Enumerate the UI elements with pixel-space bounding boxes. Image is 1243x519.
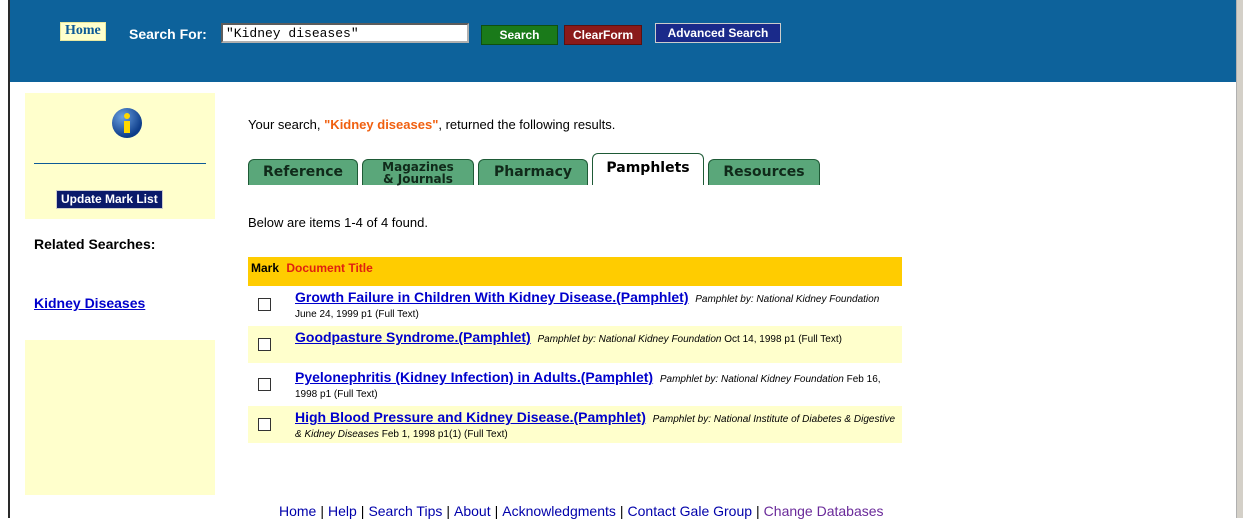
footer-acknowledgments-link[interactable]: Acknowledgments <box>502 503 616 519</box>
result-title-link[interactable]: Pyelonephritis (Kidney Infection) in Adu… <box>295 369 653 385</box>
results-table: Mark Document Title Growth Failure in Ch… <box>248 257 902 446</box>
search-term: "Kidney diseases" <box>324 117 439 132</box>
footer-home-link[interactable]: Home <box>279 503 316 519</box>
advanced-search-button[interactable]: Advanced Search <box>655 23 781 43</box>
sidebar-divider <box>34 163 206 164</box>
vertical-scrollbar[interactable] <box>1236 0 1243 518</box>
tab-magazines-journals[interactable]: Magazines & Journals <box>362 159 474 185</box>
table-row: High Blood Pressure and Kidney Disease.(… <box>248 406 902 443</box>
footer-separator: | <box>320 503 324 519</box>
table-row: Growth Failure in Children With Kidney D… <box>248 286 902 323</box>
window-left-border <box>0 0 10 518</box>
sidebar-bottom-panel <box>25 340 215 495</box>
footer-separator: | <box>446 503 451 519</box>
tab-pharmacy[interactable]: Pharmacy <box>478 159 588 185</box>
table-row: Pyelonephritis (Kidney Infection) in Adu… <box>248 366 902 403</box>
update-mark-list-button[interactable]: Update Mark List <box>56 190 163 209</box>
mark-checkbox[interactable] <box>258 418 271 431</box>
result-meta: Oct 14, 1998 p1 (Full Text) <box>724 334 842 345</box>
search-summary: Your search, "Kidney diseases", returned… <box>248 117 615 132</box>
tab-pamphlets[interactable]: Pamphlets <box>592 153 704 185</box>
footer-separator: | <box>360 503 365 519</box>
results-count: Below are items 1-4 of 4 found. <box>248 215 428 230</box>
clear-form-button[interactable]: ClearForm <box>564 25 642 45</box>
footer-separator: | <box>619 503 624 519</box>
result-author: Pamphlet by: National Kidney Foundation <box>537 334 722 345</box>
tab-resources[interactable]: Resources <box>708 159 820 185</box>
mark-checkbox[interactable] <box>258 298 271 311</box>
result-text: High Blood Pressure and Kidney Disease.(… <box>295 410 895 442</box>
result-text: Pyelonephritis (Kidney Infection) in Adu… <box>295 370 895 402</box>
result-meta: June 24, 1999 p1 (Full Text) <box>295 309 419 320</box>
footer-separator: | <box>494 503 499 519</box>
footer-contact-link[interactable]: Contact Gale Group <box>628 503 753 519</box>
result-title-link[interactable]: Growth Failure in Children With Kidney D… <box>295 289 688 305</box>
search-for-label: Search For: <box>129 26 207 42</box>
tab-magazines-line2: & Journals <box>383 172 453 186</box>
mark-checkbox[interactable] <box>258 338 271 351</box>
mark-checkbox[interactable] <box>258 378 271 391</box>
footer-separator: | <box>756 503 760 519</box>
info-icon[interactable] <box>112 108 142 138</box>
result-text: Goodpasture Syndrome.(Pamphlet) Pamphlet… <box>295 330 895 347</box>
result-author: Pamphlet by: National Kidney Foundation <box>695 294 880 305</box>
result-meta: Feb 1, 1998 p1(1) (Full Text) <box>381 429 508 440</box>
footer-links: Home | Help | Search Tips | About | Acknowledgme… <box>279 503 884 519</box>
sidebar-top-panel: Update Mark List <box>25 93 215 219</box>
result-title-link[interactable]: High Blood Pressure and Kidney Disease.(… <box>295 409 646 425</box>
result-title-link[interactable]: Goodpasture Syndrome.(Pamphlet) <box>295 329 531 345</box>
footer-change-databases-link[interactable]: Change Databases <box>764 503 884 519</box>
document-title-column-header: Document Title <box>286 261 373 275</box>
search-summary-prefix: Your search, <box>248 117 321 132</box>
results-header: Mark Document Title <box>248 257 902 286</box>
mark-column-header: Mark <box>251 261 280 275</box>
search-button[interactable]: Search <box>481 25 558 45</box>
home-button[interactable]: Home <box>60 22 106 41</box>
related-searches-heading: Related Searches: <box>34 236 156 252</box>
footer-help-link[interactable]: Help <box>328 503 357 519</box>
result-text: Growth Failure in Children With Kidney D… <box>295 290 895 322</box>
table-row: Goodpasture Syndrome.(Pamphlet) Pamphlet… <box>248 326 902 363</box>
search-input[interactable] <box>221 23 469 43</box>
search-header: Home Search For: Search ClearForm Advanc… <box>10 0 1236 82</box>
result-author: Pamphlet by: National Kidney Foundation <box>659 374 844 385</box>
search-summary-suffix: , returned the following results. <box>438 117 616 132</box>
footer-search-tips-link[interactable]: Search Tips <box>368 503 442 519</box>
related-search-link[interactable]: Kidney Diseases <box>34 295 145 311</box>
footer-about-link[interactable]: About <box>454 503 491 519</box>
tab-reference[interactable]: Reference <box>248 159 358 185</box>
